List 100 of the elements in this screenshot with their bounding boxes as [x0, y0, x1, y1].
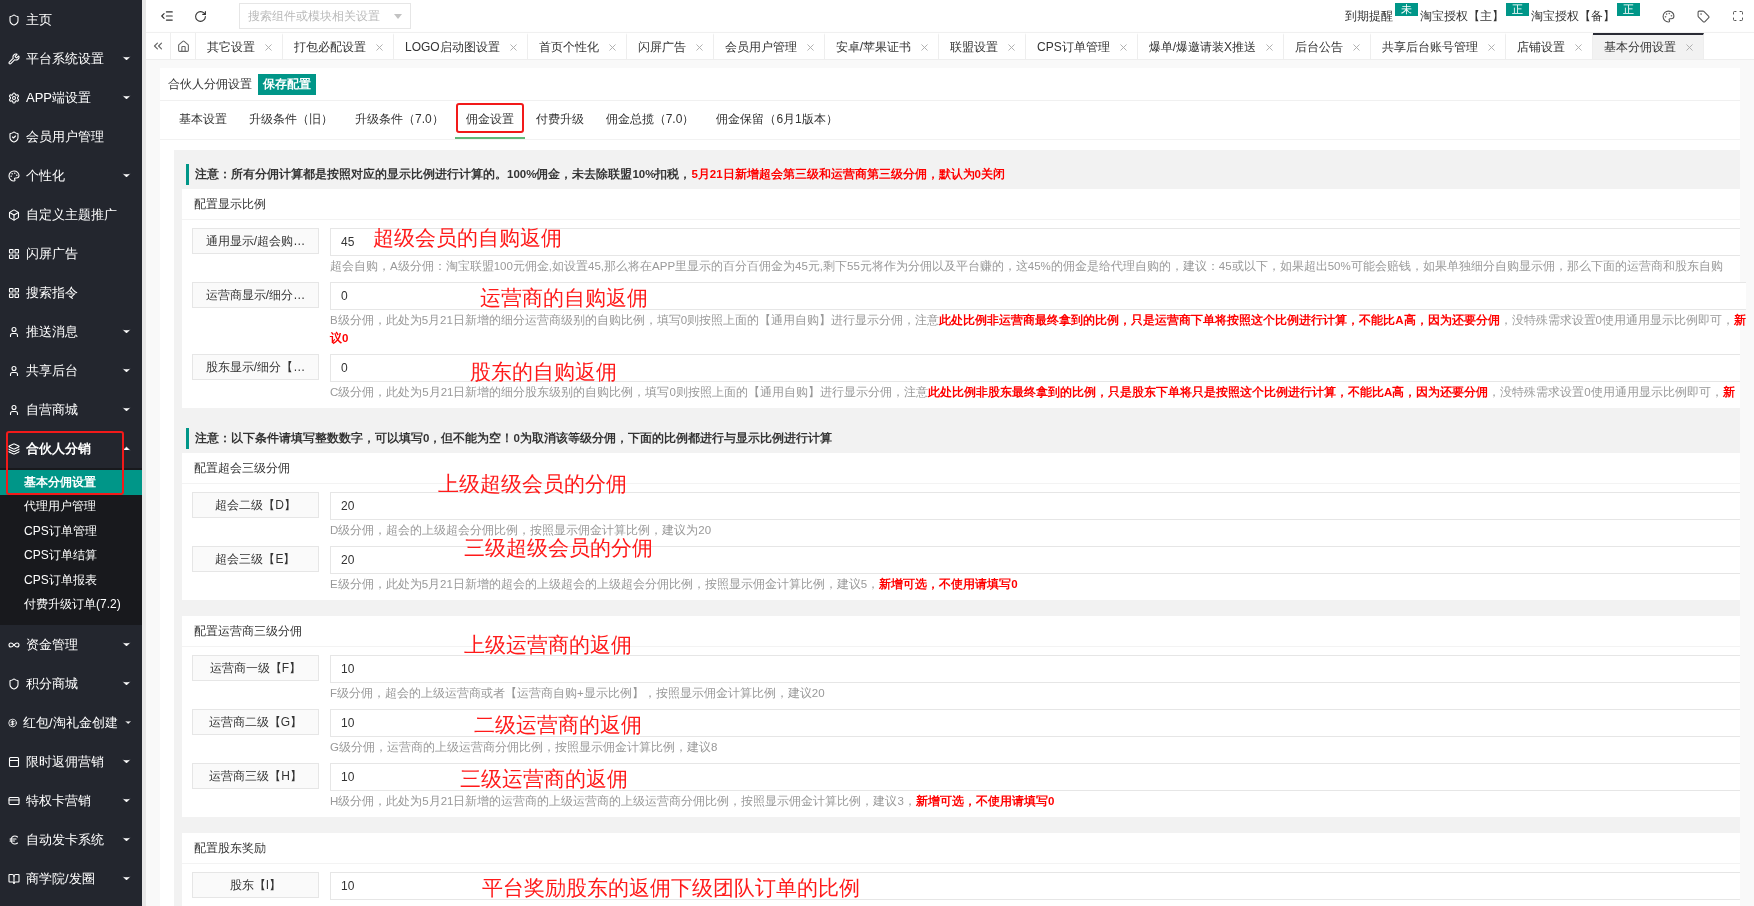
dollar-icon [8, 716, 18, 729]
input-field[interactable]: 10 [330, 655, 1740, 683]
settings-tab[interactable]: 佣金保留（6月1版本） [705, 101, 849, 139]
page-tab[interactable]: 会员用户管理 [713, 33, 825, 59]
shield-icon [8, 13, 20, 26]
field-hint: 议0 [330, 330, 350, 346]
annotation-text: 平台奖励股东的返佣下级团队订单的比例 [482, 875, 860, 901]
sidebar-item[interactable]: 平台系统设置 [0, 39, 142, 78]
field-label: 运营商二级【G】 [192, 709, 319, 735]
page-title: 合伙人分佣设置 [168, 75, 252, 93]
sidebar-item[interactable]: 资金管理 [0, 625, 142, 664]
close-icon[interactable] [1006, 41, 1018, 53]
close-icon[interactable] [1486, 41, 1498, 53]
sidebar-item[interactable]: 红包/淘礼金创建 [0, 703, 142, 742]
status-label: 到期提醒 [1345, 7, 1393, 25]
settings-tab[interactable]: 佣金总揽（7.0） [594, 101, 706, 139]
grid-icon [8, 247, 20, 260]
close-icon[interactable] [1573, 41, 1585, 53]
field-label: 运营商显示/细分… [192, 282, 319, 308]
page-tab[interactable]: 其它设置 [196, 33, 283, 59]
sidebar-item[interactable]: 自营商城 [0, 390, 142, 429]
close-icon[interactable] [1684, 41, 1696, 53]
sidebar-item[interactable]: 推送消息 [0, 312, 142, 351]
close-icon[interactable] [1351, 41, 1363, 53]
page-tab[interactable]: 基本分佣设置 [1593, 33, 1705, 59]
page-tab[interactable]: 后台公告 [1284, 33, 1372, 59]
field-hint: H级分佣，此处为5月21日新增的运营商的上级运营商的上级运营商分佣比例，按照显示佣金计算比例，建议3，新增可选，不使用请填写0 [330, 793, 1056, 809]
sidebar-subitem[interactable]: CPS订单管理 [0, 519, 142, 544]
sidebar-subitem[interactable]: CPS订单结算 [0, 543, 142, 568]
refresh-icon[interactable] [194, 9, 207, 23]
sidebar-item[interactable]: APP端设置 [0, 78, 142, 117]
page-tab[interactable]: 安卓/苹果证书 [824, 33, 940, 59]
palette-icon[interactable] [1662, 9, 1675, 23]
sidebar-item[interactable]: 商学院/发圈 [0, 859, 142, 898]
close-icon[interactable] [507, 41, 519, 53]
sidebar-item[interactable]: 个性化 [0, 156, 142, 195]
close-icon[interactable] [263, 41, 274, 53]
close-icon[interactable] [693, 41, 705, 53]
field-hint: B级分佣，此处为5月21日新增的细分运营商级别的自购比例，填写0则按照上面的【通用自购】进行显示分佣，注意此处比例非运营商最终拿到的比例，只是运营商下单将按照这个比例进行计算，不能比A高，因为还要分佣，没特殊需求设置0使用通用显示比例即可，新 [330, 312, 1746, 328]
save-button[interactable]: 保存配置 [258, 73, 316, 95]
settings-tab[interactable]: 佣金设置 [454, 101, 525, 139]
close-icon[interactable] [919, 41, 931, 53]
page-tab[interactable]: 闪屏广告 [626, 33, 714, 59]
close-icon[interactable] [1264, 41, 1276, 53]
notice-text: 注意：所有分佣计算都是按照对应的显示比例进行计算的。100%佣金，未去除联盟10%扣税，5月21日新增超会第三级和运营商第三级分佣，默认为0关闭 [186, 164, 1740, 185]
sidebar-item[interactable]: 自定义主题推广 [0, 195, 142, 234]
settings-tab[interactable]: 升级条件（7.0） [344, 101, 455, 139]
close-icon[interactable] [1117, 41, 1129, 53]
close-icon[interactable] [804, 41, 816, 53]
menu-icon[interactable] [160, 9, 174, 23]
shield-check-icon [8, 130, 20, 143]
sidebar-subitem[interactable]: 代理用户管理 [0, 494, 142, 519]
page-tab[interactable]: 店铺设置 [1506, 33, 1594, 59]
double-chevron-icon [151, 39, 165, 53]
sidebar-subitem[interactable]: 付费升级订单(7.2) [0, 592, 142, 617]
sidebar-item[interactable]: 闪屏广告 [0, 234, 142, 273]
annotation-text: 二级运营商的返佣 [474, 712, 642, 738]
panel-title: 配置股东奖励 [182, 833, 1740, 864]
annotation-text: 运营商的自购返佣 [480, 285, 648, 311]
page-tab[interactable]: 首页个性化 [527, 33, 627, 59]
close-icon[interactable] [374, 41, 385, 53]
sidebar-item[interactable]: 会员用户管理 [0, 117, 142, 156]
card-icon [8, 794, 20, 807]
sidebar-item[interactable]: 积分商城 [0, 664, 142, 703]
field-label: 运营商一级【F】 [192, 655, 319, 681]
annotation-text: 股东的自购返佣 [470, 359, 617, 385]
page-tab[interactable]: 联盟设置 [939, 33, 1027, 59]
sidebar-item[interactable]: 特权卡营销 [0, 781, 142, 820]
page-tab[interactable]: LOGO启动图设置 [394, 33, 528, 59]
field-label: 运营商三级【H】 [192, 763, 319, 789]
settings-tab[interactable]: 付费升级 [524, 101, 595, 139]
field-hint: 超会自购，A级分佣：淘宝联盟100元佣金,如设置45,那么将在APP里显示的百分百佣金为45元,剩下55元将作为分佣以及平台赚的，这45%的佣金是给代理自购的，建议：45或以下，如果超出50%可能会赔钱，如果单独细分自购显示佣，那么下面的运营商和股东自购 [330, 259, 1724, 274]
tag-icon[interactable] [1697, 9, 1710, 23]
user-icon [8, 403, 20, 416]
sidebar-item[interactable]: 搜索指令 [0, 273, 142, 312]
page-tab[interactable]: CPS订单管理 [1026, 33, 1138, 59]
page-tab[interactable]: 爆单/爆邀请装X推送 [1137, 33, 1285, 59]
sidebar-subitem[interactable]: CPS订单报表 [0, 568, 142, 593]
shield-icon [8, 677, 20, 690]
close-icon[interactable] [606, 41, 618, 53]
grid-icon [8, 286, 20, 299]
user-icon [8, 364, 20, 377]
annotation-text: 三级运营商的返佣 [460, 766, 628, 792]
sidebar-item[interactable]: 合伙人分销 [0, 429, 142, 468]
sidebar-item[interactable]: 自动发卡系统 [0, 820, 142, 859]
sidebar-item[interactable]: 主页 [0, 0, 142, 39]
sidebar-item[interactable]: 共享后台 [0, 351, 142, 390]
sidebar-item[interactable]: 限时返佣营销 [0, 742, 142, 781]
palette-icon [8, 169, 20, 182]
fullscreen-icon[interactable] [1732, 10, 1744, 22]
cube-icon [8, 208, 20, 221]
page-tab[interactable]: 打包必配设置 [283, 33, 394, 59]
page-tab[interactable]: 共享后台账号管理 [1371, 33, 1507, 59]
status-label: 淘宝授权【主】 [1420, 7, 1504, 25]
settings-tab[interactable]: 升级条件（旧） [238, 101, 344, 139]
field-hint: C级分佣，此处为5月21日新增的细分股东级别的自购比例，填写0则按照上面的【通用自购】进行显示分佣，注意此处比例非股东最终拿到的比例，只是股东下单将只是按照这个比例进行计算，不能比A高，因为还要分佣，没特殊需求设置0使用通用显示比例即可，新 [330, 384, 1736, 400]
field-label: 通用显示/超会购… [192, 228, 319, 254]
settings-tab[interactable]: 基本设置 [168, 101, 238, 139]
field-label: 股东显示/细分【… [192, 354, 319, 380]
sidebar-subitem[interactable]: 基本分佣设置 [0, 470, 142, 495]
